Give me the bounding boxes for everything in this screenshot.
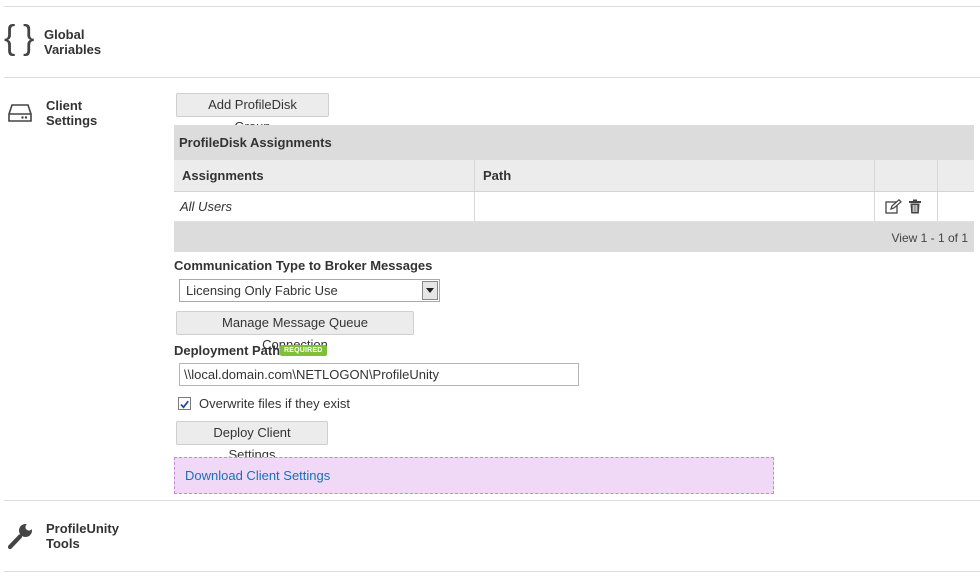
divider-client-tools <box>4 500 980 501</box>
section-label-tools[interactable]: ProfileUnity Tools <box>46 521 119 551</box>
grid-pager-info: View 1 - 1 of 1 <box>174 222 974 252</box>
download-client-settings-link[interactable]: Download Client Settings <box>185 468 330 483</box>
table-row[interactable]: All Users <box>174 192 974 222</box>
cell-actions <box>875 192 938 221</box>
add-profiledisk-group-button[interactable]: Add ProfileDisk Group <box>176 93 329 134</box>
edit-icon[interactable] <box>885 199 902 214</box>
wrench-icon <box>7 522 34 553</box>
cell-path <box>475 192 875 221</box>
communication-type-select[interactable]: Licensing Only Fabric Use <box>179 279 440 302</box>
checkmark-icon <box>180 400 189 409</box>
deploy-client-settings-button[interactable]: Deploy Client Settings <box>176 421 328 462</box>
manage-message-queue-button[interactable]: Manage Message Queue Connection <box>176 311 414 352</box>
column-header-assignments[interactable]: Assignments <box>174 160 475 191</box>
trash-icon[interactable] <box>908 199 922 214</box>
deployment-path-label: Deployment Path <box>174 343 281 358</box>
hard-drive-icon <box>8 103 32 126</box>
deployment-path-input[interactable]: \\local.domain.com\NETLOGON\ProfileUnity <box>179 363 579 386</box>
column-header-extra <box>938 160 974 191</box>
chevron-down-icon[interactable] <box>422 281 438 300</box>
cell-extra <box>938 192 974 221</box>
divider-top <box>4 6 980 7</box>
download-panel: Download Client Settings <box>174 457 774 494</box>
grid-header: Assignments Path <box>174 160 974 192</box>
communication-type-value: Licensing Only Fabric Use <box>186 283 338 298</box>
client-label-line2: Settings <box>46 113 98 128</box>
overwrite-label[interactable]: Overwrite files if they exist <box>199 396 350 411</box>
required-badge: REQUIRED <box>280 345 327 356</box>
section-label-global[interactable]: Global Variables <box>44 27 101 57</box>
svg-text:{: { <box>4 20 15 56</box>
section-label-client[interactable]: Client Settings <box>46 98 97 128</box>
braces-icon: { } <box>4 19 36 59</box>
cell-assignment: All Users <box>174 192 475 221</box>
global-label-line1: Global <box>44 27 85 42</box>
divider-global-client <box>4 77 980 78</box>
tools-label-line1: ProfileUnity <box>46 521 119 536</box>
client-label-line1: Client <box>46 98 83 113</box>
overwrite-checkbox[interactable] <box>178 397 191 410</box>
grid-caption: ProfileDisk Assignments <box>174 125 974 160</box>
column-header-actions <box>875 160 938 191</box>
communication-type-label: Communication Type to Broker Messages <box>174 258 433 273</box>
svg-text:}: } <box>23 20 34 56</box>
profiledisk-assignments-grid: ProfileDisk Assignments Assignments Path… <box>174 125 974 252</box>
divider-bottom <box>4 571 980 572</box>
global-label-line2: Variables <box>44 42 102 57</box>
tools-label-line2: Tools <box>46 536 80 551</box>
column-header-path[interactable]: Path <box>475 160 875 191</box>
